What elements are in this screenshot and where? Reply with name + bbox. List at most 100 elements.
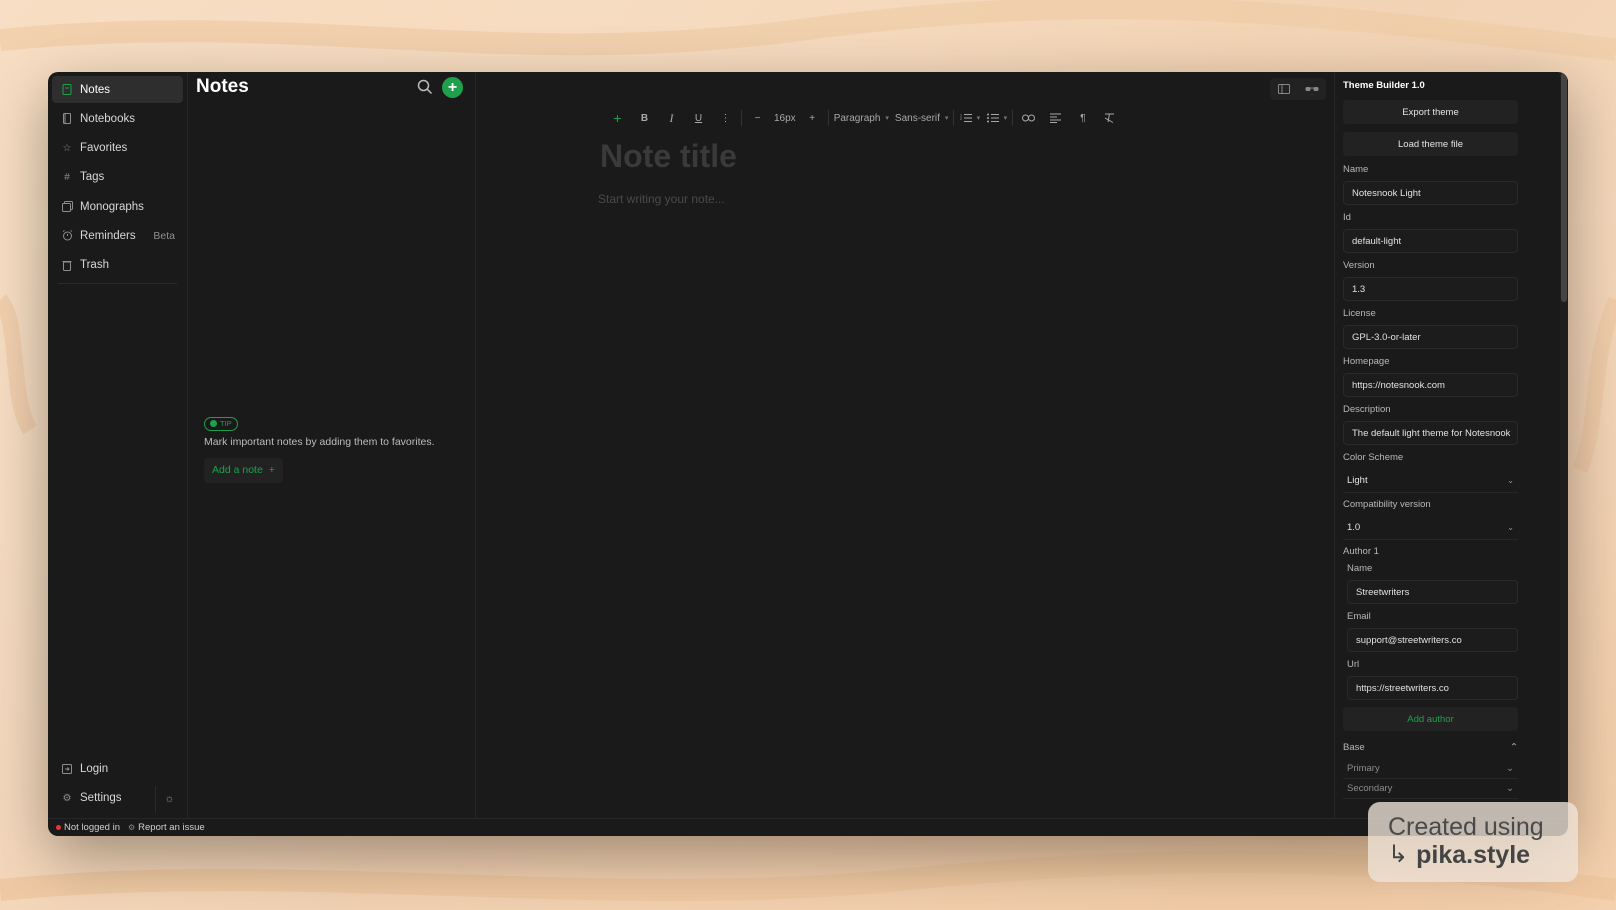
- clear-formatting-icon[interactable]: [1096, 108, 1123, 128]
- sidebar-item-label: Reminders: [80, 229, 136, 242]
- chevron-down-icon: ⌄: [1506, 783, 1514, 794]
- chevron-down-icon: ⌄: [1507, 476, 1514, 485]
- underline-icon[interactable]: U: [685, 108, 712, 128]
- paragraph-direction-icon[interactable]: ¶: [1069, 108, 1096, 128]
- pika-watermark: Created using ↳ pika.style: [1368, 802, 1578, 882]
- split-view-icon[interactable]: [1270, 78, 1298, 100]
- author-name-label: Name: [1347, 563, 1373, 574]
- focus-mode-glasses-icon[interactable]: [1298, 78, 1326, 100]
- block-type-dropdown[interactable]: Paragraph ▾: [831, 108, 892, 128]
- more-vertical-icon[interactable]: ⋮: [712, 108, 739, 128]
- theme-id-field[interactable]: default-light: [1343, 229, 1518, 253]
- sidebar-item-reminders[interactable]: Reminders Beta: [52, 222, 183, 249]
- numbered-list-icon[interactable]: 12 ▾: [956, 108, 983, 128]
- theme-description-field[interactable]: The default light theme for Notesnook: [1343, 421, 1518, 445]
- compatibility-version-value: 1.0: [1347, 522, 1361, 533]
- report-issue-link[interactable]: ⚙ Report an issue: [128, 822, 205, 833]
- toolbar-divider: [1012, 110, 1014, 126]
- font-family-dropdown[interactable]: Sans-serif ▾: [892, 108, 952, 128]
- return-arrow-icon: ↳: [1388, 841, 1409, 868]
- name-label: Name: [1343, 164, 1369, 175]
- status-bar: Not logged in ⚙ Report an issue: [48, 818, 1568, 836]
- author-name-field[interactable]: Streetwriters: [1347, 580, 1518, 604]
- author-fields: Name Streetwriters Email support@streetw…: [1343, 563, 1518, 700]
- chevron-up-icon: ⌃: [1510, 741, 1518, 753]
- color-scheme-select[interactable]: Light ⌄: [1343, 469, 1518, 493]
- id-label: Id: [1343, 212, 1351, 223]
- theme-license-field[interactable]: GPL-3.0-or-later: [1343, 325, 1518, 349]
- add-note-button[interactable]: +: [442, 77, 463, 98]
- note-body-editor[interactable]: Start writing your note...: [598, 192, 725, 206]
- theme-toggle-sun-icon[interactable]: ☼: [155, 785, 183, 813]
- italic-icon[interactable]: I: [658, 108, 685, 128]
- author-url-label: Url: [1347, 659, 1360, 670]
- sidebar-item-favorites[interactable]: ☆ Favorites: [52, 135, 183, 162]
- note-list-panel: Notes + TIP Mark important notes by addi…: [188, 72, 476, 818]
- sidebar-item-label: Notes: [80, 83, 111, 96]
- author-url-field[interactable]: https://streetwriters.co: [1347, 676, 1518, 700]
- add-a-note-button[interactable]: Add a note +: [204, 457, 283, 483]
- star-icon: ☆: [62, 142, 72, 154]
- page-title: Notes: [196, 76, 249, 97]
- login-status[interactable]: Not logged in: [56, 822, 120, 833]
- bullet-list-icon[interactable]: ▾: [983, 108, 1010, 128]
- theme-version-field[interactable]: 1.3: [1343, 277, 1518, 301]
- app-window: Notes Notebooks ☆ Favorites # Tags Monog…: [48, 72, 1568, 836]
- primary-label: Primary: [1347, 763, 1380, 774]
- settings-label: Settings: [80, 792, 122, 805]
- editor-toolbar: + B I U ⋮ − 16px + Paragraph ▾ Sans-seri…: [604, 108, 1123, 128]
- hash-icon: #: [64, 171, 70, 183]
- search-icon[interactable]: [417, 79, 435, 97]
- base-section-toggle[interactable]: Base ⌃: [1343, 739, 1518, 755]
- sidebar-item-notes[interactable]: Notes: [52, 76, 183, 103]
- sidebar-item-tags[interactable]: # Tags: [52, 164, 183, 191]
- theme-builder-panel: Theme Builder 1.0 Export theme Load them…: [1334, 72, 1530, 818]
- link-icon[interactable]: [1015, 108, 1042, 128]
- chevron-down-icon: ⌄: [1506, 763, 1514, 774]
- sidebar-item-trash[interactable]: Trash: [52, 252, 183, 279]
- author-email-field[interactable]: support@streetwriters.co: [1347, 628, 1518, 652]
- chevron-down-icon: ⌄: [1507, 523, 1514, 532]
- watermark-line2: pika.style: [1416, 841, 1531, 869]
- compatibility-version-select[interactable]: 1.0 ⌄: [1343, 516, 1518, 540]
- builder-scrollbar[interactable]: [1560, 72, 1568, 818]
- block-type-label: Paragraph: [833, 112, 881, 124]
- alarm-icon: [60, 230, 74, 241]
- homepage-label: Homepage: [1343, 356, 1390, 367]
- sidebar-item-label: Favorites: [80, 142, 128, 155]
- color-scheme-value: Light: [1347, 475, 1368, 486]
- secondary-label: Secondary: [1347, 783, 1393, 794]
- bug-icon: ⚙: [127, 823, 136, 832]
- add-author-button[interactable]: Add author: [1343, 707, 1518, 731]
- watermark-line1: Created using: [1388, 813, 1544, 841]
- decrease-font-size-button[interactable]: −: [744, 108, 771, 128]
- color-scheme-label: Color Scheme: [1343, 452, 1404, 463]
- note-title-input[interactable]: Note title: [600, 138, 737, 175]
- chevron-down-icon: ▾: [976, 115, 981, 122]
- author-email-label: Email: [1347, 611, 1371, 622]
- tip-badge-label: TIP: [220, 419, 232, 428]
- tip-text: Mark important notes by adding them to f…: [204, 435, 435, 448]
- sidebar-item-notebooks[interactable]: Notebooks: [52, 105, 183, 132]
- export-theme-button[interactable]: Export theme: [1343, 100, 1518, 124]
- version-label: Version: [1343, 260, 1375, 271]
- settings-button[interactable]: ⚙ Settings: [52, 785, 155, 812]
- primary-section-toggle[interactable]: Primary ⌄: [1343, 759, 1518, 779]
- insert-plus-icon[interactable]: +: [604, 108, 631, 128]
- align-left-icon[interactable]: [1042, 108, 1069, 128]
- theme-name-field[interactable]: Notesnook Light: [1343, 181, 1518, 205]
- trash-icon: [60, 260, 74, 271]
- theme-homepage-field[interactable]: https://notesnook.com: [1343, 373, 1518, 397]
- sidebar-item-monographs[interactable]: Monographs: [52, 193, 183, 220]
- compatibility-version-label: Compatibility version: [1343, 499, 1431, 510]
- bold-icon[interactable]: B: [631, 108, 658, 128]
- editor-top-actions: [1270, 78, 1326, 100]
- login-status-label: Not logged in: [64, 822, 120, 833]
- scrollbar-thumb[interactable]: [1561, 72, 1567, 302]
- load-theme-file-button[interactable]: Load theme file: [1343, 132, 1518, 156]
- secondary-section-toggle[interactable]: Secondary ⌄: [1343, 779, 1518, 799]
- login-button[interactable]: Login: [52, 755, 183, 782]
- theme-builder-title: Theme Builder 1.0: [1343, 80, 1425, 91]
- font-size-value: 16px: [774, 112, 796, 124]
- increase-font-size-button[interactable]: +: [799, 108, 826, 128]
